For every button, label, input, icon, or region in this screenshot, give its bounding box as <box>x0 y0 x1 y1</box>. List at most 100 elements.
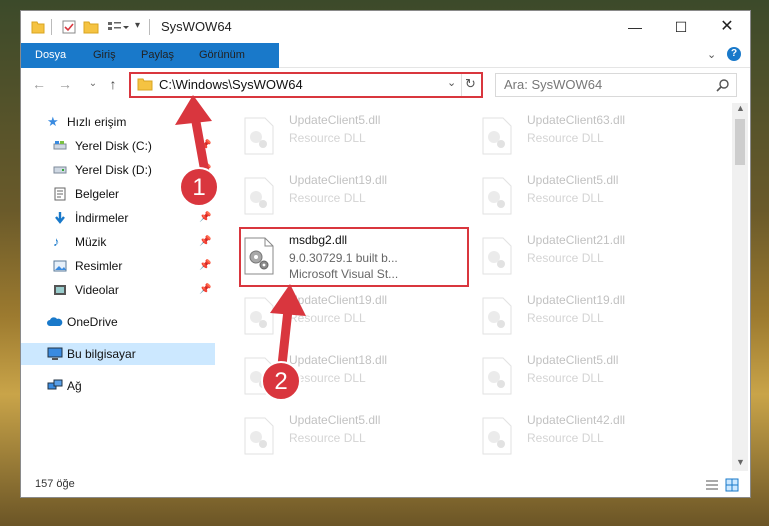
search-input[interactable]: Ara: SysWOW64 <box>504 77 602 92</box>
maximize-button[interactable]: ☐ <box>658 11 704 43</box>
file-description: Resource DLL <box>527 191 604 205</box>
address-path: C:\Windows\SysWOW64 <box>159 77 303 92</box>
file-description: Resource DLL <box>527 311 604 325</box>
sidebar-item-label: Bu bilgisayar <box>67 347 136 361</box>
sidebar-item-label: Hızlı erişim <box>67 115 127 129</box>
properties-icon[interactable] <box>61 19 77 35</box>
list-item[interactable]: UpdateClient19.dll Resource DLL <box>241 289 471 343</box>
highlight-box-msdbg2 <box>239 227 469 287</box>
file-list: UpdateClient5.dll Resource DLL UpdateCli… <box>221 103 736 471</box>
recent-locations-button[interactable]: ⌄ <box>83 74 103 94</box>
pin-icon[interactable]: 📌 <box>199 255 211 277</box>
sidebar-item-downloads[interactable]: İndirmeler 📌 <box>21 207 215 229</box>
scroll-up-icon[interactable]: ▲ <box>736 103 745 113</box>
details-view-icon[interactable] <box>705 479 719 491</box>
list-item[interactable]: UpdateClient42.dll Resource DLL <box>479 409 709 463</box>
file-name: UpdateClient5.dll <box>527 173 619 187</box>
list-item[interactable]: UpdateClient5.dll Resource DLL <box>241 109 471 163</box>
help-icon[interactable]: ? <box>727 47 741 61</box>
annotation-label-1: 1 <box>192 174 206 201</box>
file-description: Resource DLL <box>527 131 604 145</box>
tab-home[interactable]: Giriş <box>83 43 126 67</box>
file-name: UpdateClient5.dll <box>289 113 381 127</box>
explorer-window: ▾ SysWOW64 — ☐ ✕ Dosya Giriş Paylaş Görü… <box>20 10 751 498</box>
chevron-down-icon[interactable]: ▾ <box>135 20 140 36</box>
sidebar-item-label: Resimler <box>75 259 123 273</box>
list-item[interactable]: UpdateClient5.dll Resource DLL <box>479 349 709 403</box>
sidebar-item-label: Belgeler <box>75 187 120 201</box>
separator <box>149 19 150 35</box>
vertical-scrollbar[interactable]: ▲ ▼ <box>732 103 748 471</box>
sidebar-item-quick-access[interactable]: ★ Hızlı erişim <box>21 111 215 133</box>
address-bar[interactable]: C:\Windows\SysWOW64 ⌄ ↻ <box>129 72 483 98</box>
window-title: SysWOW64 <box>161 19 232 34</box>
ribbon: Dosya Giriş Paylaş Görünüm ⌄ ? <box>21 43 750 97</box>
forward-button[interactable]: → <box>55 74 75 94</box>
pictures-icon <box>53 260 67 272</box>
dll-file-icon <box>482 357 512 395</box>
scroll-down-icon[interactable]: ▼ <box>736 457 745 467</box>
list-item[interactable]: UpdateClient5.dll Resource DLL <box>241 409 471 463</box>
list-item[interactable]: UpdateClient63.dll Resource DLL <box>479 109 709 163</box>
expand-ribbon-icon[interactable]: ⌄ <box>707 48 716 61</box>
file-name: UpdateClient42.dll <box>527 413 626 427</box>
minimize-button[interactable]: — <box>612 11 658 43</box>
pin-icon[interactable]: 📌 <box>199 231 211 253</box>
close-button[interactable]: ✕ <box>704 11 750 43</box>
file-name: UpdateClient19.dll <box>289 293 388 307</box>
computer-icon <box>47 347 63 360</box>
sidebar-item-label: Müzik <box>75 235 107 249</box>
customize-quick-access-icon[interactable] <box>107 19 129 35</box>
sidebar-item-label: Yerel Disk (D:) <box>75 163 152 177</box>
documents-icon <box>54 187 66 201</box>
item-count: 157 öğe <box>35 478 75 490</box>
sidebar-item-label: Videolar <box>75 283 119 297</box>
pin-icon[interactable]: 📌 <box>199 207 211 229</box>
pin-icon[interactable]: 📌 <box>199 279 211 301</box>
status-bar: 157 öğe <box>21 473 750 497</box>
folder-icon <box>31 21 45 34</box>
list-item[interactable]: UpdateClient19.dll Resource DLL <box>479 289 709 343</box>
file-description: Resource DLL <box>527 251 604 265</box>
back-button[interactable]: ← <box>29 74 49 94</box>
dll-file-icon <box>482 297 512 335</box>
refresh-icon[interactable]: ↻ <box>465 76 476 92</box>
dll-file-icon <box>482 237 512 275</box>
sidebar-item-videos[interactable]: Videolar 📌 <box>21 279 215 301</box>
annotation-label-2: 2 <box>274 368 288 395</box>
up-button[interactable]: ↑ <box>103 74 123 94</box>
list-item[interactable]: UpdateClient21.dll Resource DLL <box>479 229 709 283</box>
dll-file-icon <box>244 297 274 335</box>
tab-view[interactable]: Görünüm <box>189 43 255 67</box>
download-icon <box>55 212 65 224</box>
sidebar-item-label: Ağ <box>67 379 82 393</box>
sidebar-item-pictures[interactable]: Resimler 📌 <box>21 255 215 277</box>
chevron-down-icon[interactable]: ⌄ <box>447 76 456 89</box>
sidebar-item-local-disk-c[interactable]: Yerel Disk (C:) 📌 <box>21 135 215 157</box>
file-description: Resource DLL <box>289 191 366 205</box>
sidebar-item-onedrive[interactable]: OneDrive <box>21 311 215 333</box>
star-icon: ★ <box>47 114 59 129</box>
tiles-view-icon[interactable] <box>725 478 739 492</box>
navigation-pane: ★ Hızlı erişim Yerel Disk (C:) 📌 Yerel D… <box>21 103 215 471</box>
new-folder-icon[interactable] <box>83 19 99 35</box>
sidebar-item-music[interactable]: ♪ Müzik 📌 <box>21 231 215 253</box>
dll-file-icon <box>244 177 274 215</box>
list-item[interactable]: UpdateClient5.dll Resource DLL <box>479 169 709 223</box>
scrollbar-thumb[interactable] <box>735 119 745 165</box>
file-name: UpdateClient18.dll <box>289 353 388 367</box>
sidebar-item-network[interactable]: Ağ <box>21 375 215 397</box>
file-name: UpdateClient19.dll <box>289 173 388 187</box>
dll-file-icon <box>482 117 512 155</box>
pin-icon[interactable]: 📌 <box>199 135 211 157</box>
tab-share[interactable]: Paylaş <box>131 43 184 67</box>
dll-file-icon <box>244 117 274 155</box>
folder-icon <box>137 78 153 91</box>
file-name: UpdateClient5.dll <box>527 353 619 367</box>
file-description: Resource DLL <box>527 431 604 445</box>
sidebar-item-this-pc[interactable]: Bu bilgisayar <box>21 343 215 365</box>
list-item[interactable]: UpdateClient19.dll Resource DLL <box>241 169 471 223</box>
search-box[interactable]: Ara: SysWOW64 <box>495 73 737 97</box>
search-icon[interactable] <box>716 78 730 92</box>
video-icon <box>54 285 66 295</box>
